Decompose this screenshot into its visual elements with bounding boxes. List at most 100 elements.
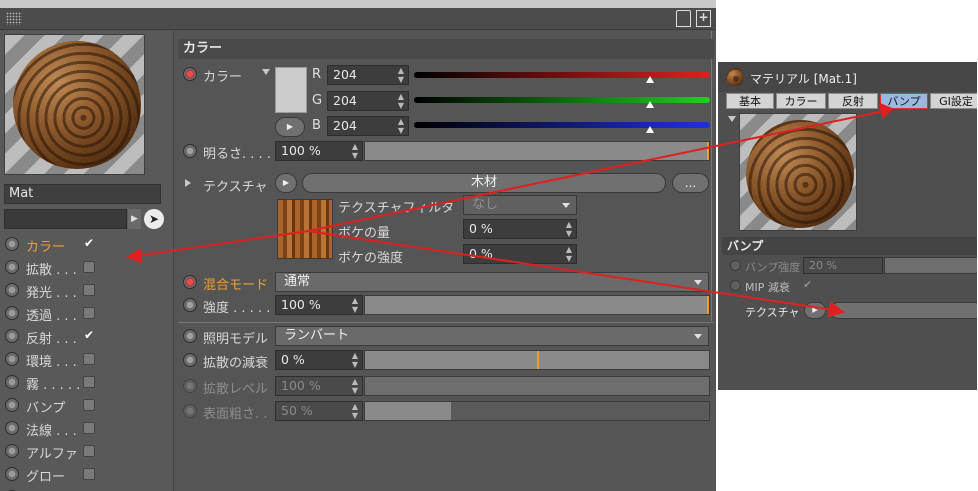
bump-strength-radio[interactable] [730, 260, 741, 271]
color-radio[interactable] [183, 67, 197, 81]
blur-strength-field[interactable]: 0 % ▲ ▼ [463, 244, 577, 264]
spinner-icon[interactable]: ▲ ▼ [352, 296, 358, 314]
spinner-icon[interactable]: ▲ ▼ [398, 92, 404, 110]
channel-checkbox[interactable]: ✔ [83, 237, 95, 250]
texture-play-button[interactable]: ▶ [275, 173, 297, 193]
expand-icon[interactable] [728, 116, 736, 122]
brightness-field[interactable]: 100 % ▲ ▼ [275, 141, 363, 161]
spinner-icon[interactable]: ▲ ▼ [352, 377, 358, 395]
mip-checkbox[interactable]: ✔ [803, 278, 812, 291]
roughness-radio[interactable] [183, 404, 197, 418]
channel-checkbox[interactable] [83, 307, 95, 319]
r-gradient-slider[interactable] [414, 72, 710, 83]
channel-checkbox[interactable] [83, 445, 95, 457]
pointer-icon[interactable]: ➤ [144, 209, 164, 229]
channel-checkbox[interactable] [83, 261, 95, 273]
bump-strength-slider[interactable] [884, 257, 977, 274]
diffuse-level-field[interactable]: 100 % ▲ ▼ [275, 376, 363, 396]
material-preview[interactable] [4, 34, 145, 175]
channel-item-normal[interactable]: 法線 . . . [4, 417, 164, 440]
new-window-icon[interactable]: + [696, 10, 711, 27]
b-value-field[interactable]: 204 ▲ ▼ [327, 116, 409, 136]
strength-slider[interactable] [364, 295, 710, 315]
channel-checkbox[interactable] [83, 399, 95, 411]
channel-checkbox[interactable] [83, 376, 95, 388]
channel-item-luminance[interactable]: 発光 . . . [4, 279, 164, 302]
radio-icon[interactable] [5, 398, 19, 412]
bump-strength-field[interactable]: 20 % [803, 257, 883, 274]
inset-material-preview[interactable] [739, 113, 857, 231]
texture-name-button[interactable]: 木材 [302, 173, 666, 193]
spinner-icon[interactable]: ▲ ▼ [398, 117, 404, 135]
tab-reflection[interactable]: 反射 [828, 93, 878, 109]
search-input[interactable] [4, 209, 127, 229]
channel-checkbox[interactable]: ✔ [83, 329, 95, 342]
grip-icon[interactable] [6, 12, 22, 25]
mix-mode-radio[interactable] [183, 275, 197, 289]
tab-color[interactable]: カラー [776, 93, 826, 109]
mix-mode-dropdown[interactable]: 通常 [275, 272, 709, 292]
color-swatch[interactable] [275, 67, 307, 113]
diffuse-falloff-radio[interactable] [183, 353, 197, 367]
mip-radio[interactable] [730, 280, 741, 291]
spinner-icon[interactable]: ▲ ▼ [352, 402, 358, 420]
radio-icon[interactable] [5, 421, 19, 435]
g-gradient-slider[interactable] [414, 97, 710, 108]
diffuse-level-slider[interactable] [364, 376, 710, 396]
tab-gi-settings[interactable]: GI設定 [930, 93, 977, 109]
texture-more-button[interactable]: ... [672, 173, 709, 193]
channel-item-alpha[interactable]: アルファ [4, 440, 164, 463]
inset-texture-play-button[interactable]: ▶ [804, 302, 826, 319]
diffuse-falloff-slider[interactable] [364, 350, 710, 370]
shading-model-radio[interactable] [183, 329, 197, 343]
radio-icon[interactable] [5, 283, 19, 297]
spinner-icon[interactable]: ▲ ▼ [352, 142, 358, 160]
radio-icon[interactable] [5, 467, 19, 481]
radio-icon[interactable] [5, 306, 19, 320]
channel-checkbox[interactable] [83, 422, 95, 434]
play-arrow-icon[interactable]: ▶ [128, 209, 141, 229]
channel-item-glow[interactable]: グロー [4, 463, 164, 486]
channel-checkbox[interactable] [83, 468, 95, 480]
tab-basic[interactable]: 基本 [726, 93, 774, 109]
slider-handle-icon[interactable] [646, 101, 654, 108]
slider-handle-icon[interactable] [646, 126, 654, 133]
channel-item-transparency[interactable]: 透過 . . . [4, 302, 164, 325]
expand-icon[interactable] [262, 69, 270, 75]
diffuse-level-radio[interactable] [183, 379, 197, 393]
radio-icon[interactable] [5, 352, 19, 366]
spinner-icon[interactable]: ▲ ▼ [398, 66, 404, 84]
channel-item-reflection[interactable]: 反射 . . . ✔ [4, 325, 164, 348]
channel-item-environment[interactable]: 環境 . . . [4, 348, 164, 371]
channel-item-fog[interactable]: 霧 . . . . . [4, 371, 164, 394]
channel-item-displacement[interactable]: 変位 [4, 486, 164, 491]
lock-icon[interactable] [676, 10, 691, 27]
channel-item-bump[interactable]: バンプ [4, 394, 164, 417]
b-gradient-slider[interactable] [414, 122, 710, 133]
shading-model-dropdown[interactable]: ランバート [275, 326, 709, 346]
color-play-button[interactable]: ▶ [275, 117, 305, 137]
brightness-radio[interactable] [183, 144, 197, 158]
channel-checkbox[interactable] [83, 353, 95, 365]
texture-filter-dropdown[interactable]: なし [463, 195, 577, 215]
brightness-slider[interactable] [364, 141, 710, 161]
material-name-field[interactable]: Mat [4, 184, 161, 204]
g-value-field[interactable]: 204 ▲ ▼ [327, 91, 409, 111]
strength-field[interactable]: 100 % ▲ ▼ [275, 295, 363, 315]
roughness-slider[interactable] [364, 401, 710, 421]
radio-icon[interactable] [5, 237, 19, 251]
radio-icon[interactable] [5, 260, 19, 274]
spinner-icon[interactable]: ▲ ▼ [566, 245, 572, 263]
diffuse-falloff-field[interactable]: 0 % ▲ ▼ [275, 350, 363, 370]
slider-handle-icon[interactable] [646, 76, 654, 83]
expand-icon[interactable] [185, 179, 191, 187]
strength-radio[interactable] [183, 298, 197, 312]
roughness-field[interactable]: 50 % ▲ ▼ [275, 401, 363, 421]
texture-thumbnail[interactable] [277, 199, 333, 259]
channel-item-color[interactable]: カラー ✔ [4, 233, 164, 256]
blur-amount-field[interactable]: 0 % ▲ ▼ [463, 219, 577, 239]
channel-item-diffusion[interactable]: 拡散 . . . [4, 256, 164, 279]
radio-icon[interactable] [5, 444, 19, 458]
spinner-icon[interactable]: ▲ ▼ [352, 351, 358, 369]
radio-icon[interactable] [5, 329, 19, 343]
